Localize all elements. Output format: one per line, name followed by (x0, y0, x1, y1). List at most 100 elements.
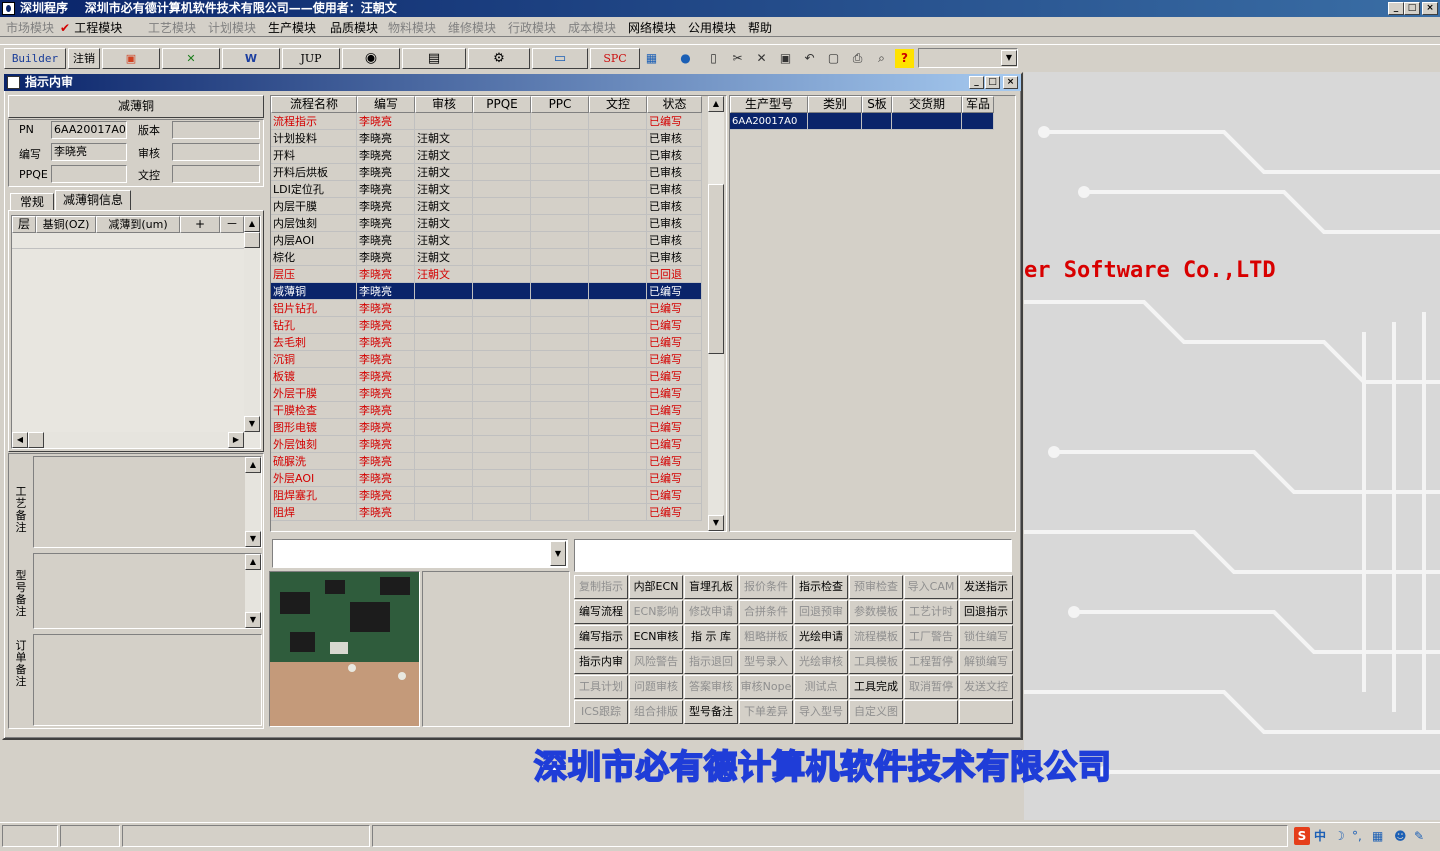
header-delivery[interactable]: 交货期 (892, 96, 962, 113)
calendar-icon[interactable]: ▦ (642, 49, 661, 68)
vertical-scrollbar[interactable]: ▲ ▼ (245, 457, 261, 547)
menu-item[interactable]: 生产模块 (268, 19, 316, 36)
scroll-down-icon[interactable]: ▼ (245, 531, 261, 547)
function-button[interactable]: 编写指示 (574, 625, 628, 649)
menu-item[interactable]: 维修模块 (448, 19, 496, 36)
function-button[interactable]: 工具完成 (849, 675, 903, 699)
function-button[interactable]: 指示检查 (794, 575, 848, 599)
table-row[interactable]: 层压 李晓亮 汪朝文 已回退 (271, 266, 702, 283)
function-button[interactable]: 内部ECN (629, 575, 683, 599)
sogou-icon[interactable]: S (1294, 827, 1310, 845)
header-ppc[interactable]: PPC (531, 96, 589, 113)
menu-item[interactable]: 工艺模块 (148, 19, 196, 36)
close-button[interactable]: × (1422, 2, 1438, 15)
table-row[interactable]: 计划投料 李晓亮 汪朝文 已审核 (271, 130, 702, 147)
scroll-up-icon[interactable]: ▲ (245, 457, 261, 473)
scroll-up-icon[interactable]: ▲ (244, 216, 260, 232)
menu-item[interactable]: 物料模块 (388, 19, 436, 36)
menu-item[interactable]: 成本模块 (568, 19, 616, 36)
menu-item[interactable]: 品质模块 (330, 19, 378, 36)
vertical-scrollbar[interactable]: ▲ ▼ (244, 216, 260, 432)
table-row[interactable]: 去毛刺 李晓亮 已编写 (271, 334, 702, 351)
toolbar-combo[interactable]: ▼ (918, 48, 1018, 68)
table-row[interactable]: 图形电镀 李晓亮 已编写 (271, 419, 702, 436)
table-row[interactable]: 内层干膜 李晓亮 汪朝文 已审核 (271, 198, 702, 215)
vertical-scrollbar[interactable]: ▲ ▼ (245, 554, 261, 628)
logout-button[interactable]: 注销 (68, 48, 100, 69)
table-row[interactable]: 开料 李晓亮 汪朝文 已审核 (271, 147, 702, 164)
tab-general[interactable]: 常规 (10, 193, 54, 211)
menu-item[interactable]: 市场模块 (6, 19, 54, 36)
menu-item[interactable]: 行政模块 (508, 19, 556, 36)
header-thin-to[interactable]: 减薄到(um) (96, 216, 180, 233)
table-row[interactable]: 干膜检查 李晓亮 已编写 (271, 402, 702, 419)
eye-icon[interactable]: ◉ (342, 48, 400, 69)
table-row[interactable]: 6AA20017A0 (730, 113, 994, 130)
function-button[interactable]: 发送指示 (959, 575, 1013, 599)
table-row[interactable]: 硫脲洗 李晓亮 已编写 (271, 453, 702, 470)
header-s-board[interactable]: S板 (862, 96, 892, 113)
table-row[interactable]: 内层蚀刻 李晓亮 汪朝文 已审核 (271, 215, 702, 232)
function-button[interactable]: 回退指示 (959, 600, 1013, 624)
globe-icon[interactable]: ● (676, 49, 695, 68)
table-row[interactable]: 沉铜 李晓亮 已编写 (271, 351, 702, 368)
order-remark-field[interactable] (33, 634, 262, 726)
function-button[interactable]: 型号备注 (684, 700, 738, 724)
restore-button[interactable]: □ (1404, 2, 1420, 15)
table-row[interactable]: LDI定位孔 李晓亮 汪朝文 已审核 (271, 181, 702, 198)
builder-button[interactable]: Builder (4, 48, 66, 69)
pn-field[interactable]: 6AA20017A0 (51, 121, 127, 139)
help-icon[interactable]: ? (895, 49, 914, 68)
keyboard-icon[interactable]: ▦ (1372, 827, 1383, 845)
header-category[interactable]: 类别 (808, 96, 862, 113)
table-row[interactable]: 外层AOI 李晓亮 已编写 (271, 470, 702, 487)
add-row-button[interactable]: + (180, 216, 220, 233)
author-field[interactable]: 李晓亮 (51, 143, 127, 161)
process-remark-field[interactable]: ▲ ▼ (33, 456, 262, 548)
h-scroll-thumb[interactable] (28, 432, 44, 448)
header-process-name[interactable]: 流程名称 (271, 96, 357, 113)
menu-item[interactable]: 计划模块 (208, 19, 256, 36)
message-field[interactable] (574, 539, 1012, 572)
new-doc-icon[interactable]: ▯ (704, 49, 723, 68)
child-close-button[interactable]: × (1003, 76, 1018, 89)
table-row[interactable]: 阻焊 李晓亮 已编写 (271, 504, 702, 521)
doc-control-field[interactable] (172, 165, 260, 183)
scroll-up-icon[interactable]: ▲ (708, 96, 724, 112)
scroll-right-icon[interactable]: ▶ (228, 432, 244, 448)
jup-button[interactable]: JUP (282, 48, 340, 69)
delete-icon[interactable]: ✕ (752, 49, 771, 68)
table-row[interactable]: 开料后烘板 李晓亮 汪朝文 已审核 (271, 164, 702, 181)
undo-icon[interactable]: ↶ (800, 49, 819, 68)
function-button[interactable]: 指 示 库 (684, 625, 738, 649)
ppt-icon[interactable]: ▣ (102, 48, 160, 69)
scroll-up-icon[interactable]: ▲ (245, 554, 261, 570)
model-table[interactable]: 生产型号 类别 S板 交货期 军品 6AA20017A0 (729, 95, 1016, 532)
header-author[interactable]: 编写 (357, 96, 415, 113)
thin-copper-table[interactable]: 层 基铜(OZ) 减薄到(um) + － ▲ ▼ ◀ ▶ (11, 215, 261, 449)
chevron-down-icon[interactable]: ▼ (1001, 50, 1017, 66)
excel-icon[interactable]: ✕ (162, 48, 220, 69)
vertical-scrollbar[interactable]: ▲ ▼ (708, 96, 724, 531)
wrench-icon[interactable]: ✎ (1414, 827, 1424, 845)
model-remark-field[interactable]: ▲ ▼ (33, 553, 262, 629)
header-model[interactable]: 生产型号 (730, 96, 808, 113)
review-field[interactable] (172, 143, 260, 161)
print-icon[interactable]: ⎙ (848, 49, 867, 68)
person-icon[interactable]: ☻ (1394, 827, 1407, 845)
child-maximize-button[interactable]: □ (985, 76, 1000, 89)
header-status[interactable]: 状态 (647, 96, 702, 113)
minimize-button[interactable]: _ (1388, 2, 1404, 15)
header-base-copper[interactable]: 基铜(OZ) (36, 216, 96, 233)
punct-icon[interactable]: °, (1352, 827, 1362, 845)
function-button[interactable]: 盲埋孔板 (684, 575, 738, 599)
table-row[interactable]: 铝片钻孔 李晓亮 已编写 (271, 300, 702, 317)
header-review[interactable]: 审核 (415, 96, 473, 113)
remark-combo[interactable]: ▼ (272, 539, 568, 568)
scroll-down-icon[interactable]: ▼ (245, 612, 261, 628)
table-row[interactable]: 棕化 李晓亮 汪朝文 已审核 (271, 249, 702, 266)
table-row[interactable]: 钻孔 李晓亮 已编写 (271, 317, 702, 334)
table-row[interactable]: 流程指示 李晓亮 已编写 (271, 113, 702, 130)
computer-icon[interactable]: ▭ (532, 48, 588, 69)
tab-thin-copper-info[interactable]: 减薄铜信息 (55, 190, 131, 211)
